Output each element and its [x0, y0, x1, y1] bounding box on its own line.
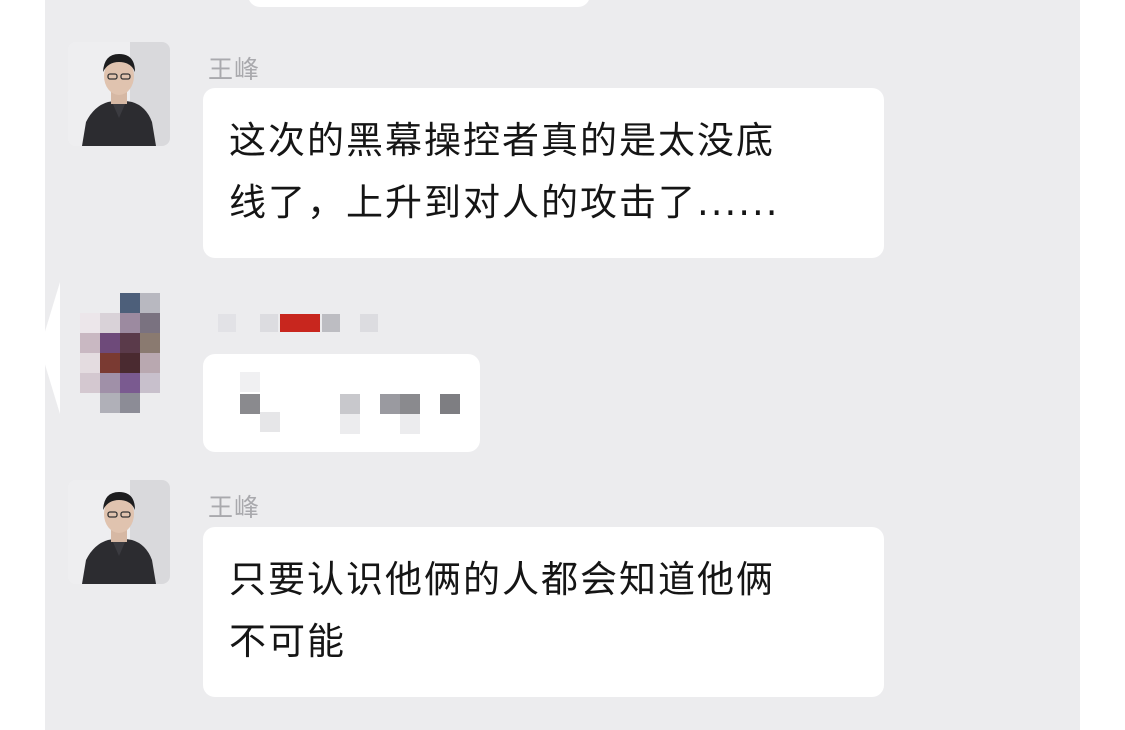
message-text: 只要认识他俩的人都会知道他俩 — [229, 558, 775, 601]
message-bubble[interactable]: 只要认识他俩的人都会知道他俩 不可能 — [203, 527, 884, 697]
redacted-message-bubble[interactable] — [203, 354, 480, 452]
avatar-wang-feng[interactable] — [68, 42, 170, 146]
redacted-avatar[interactable] — [80, 293, 180, 413]
sender-name: 王峰 — [208, 493, 261, 522]
previous-message-bubble — [248, 0, 590, 7]
sender-name: 王峰 — [208, 55, 261, 84]
person-avatar-icon — [68, 480, 170, 584]
bubble-pointer — [40, 282, 60, 414]
message-text: 这次的黑幕操控者真的是太没底 — [229, 119, 775, 162]
message-text: 不可能 — [229, 620, 346, 663]
message-text: 线了，上升到对人的攻击了...... — [229, 181, 780, 224]
redacted-sender-name — [218, 312, 388, 334]
person-avatar-icon — [68, 42, 170, 146]
avatar-wang-feng[interactable] — [68, 480, 170, 584]
message-bubble[interactable]: 这次的黑幕操控者真的是太没底 线了，上升到对人的攻击了...... — [203, 88, 884, 258]
